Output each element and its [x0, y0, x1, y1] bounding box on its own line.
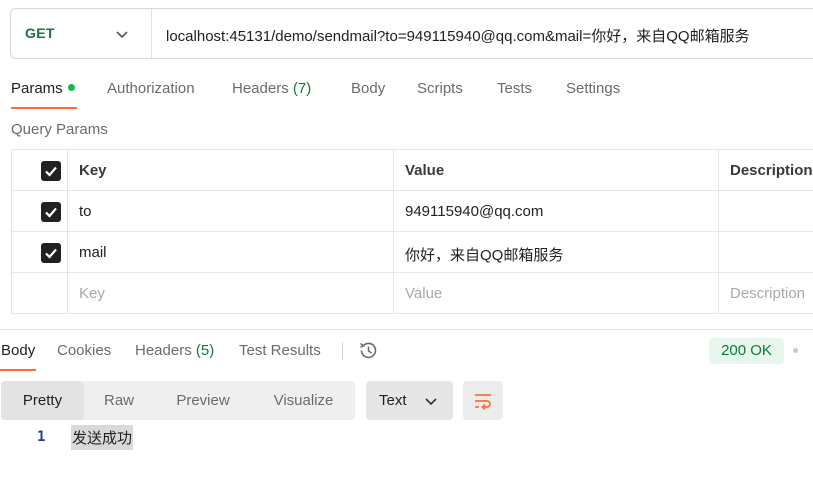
- param-key: to: [79, 203, 92, 220]
- url-input[interactable]: localhost:45131/demo/sendmail?to=9491159…: [166, 25, 750, 46]
- view-mode-pretty[interactable]: Pretty: [1, 381, 84, 420]
- new-param-row: Key Value Description: [12, 273, 813, 314]
- dot-separator: [793, 348, 798, 353]
- param-value-cell[interactable]: 你好，来自QQ邮箱服务: [394, 232, 719, 272]
- url-divider: [151, 9, 152, 58]
- param-key-cell[interactable]: mail: [68, 232, 394, 272]
- value-header: Value: [394, 150, 719, 190]
- tab-authorization[interactable]: Authorization: [107, 80, 195, 97]
- view-mode-selector: Pretty Raw Preview Visualize: [1, 381, 355, 420]
- param-key: mail: [79, 244, 107, 261]
- tab-params[interactable]: Params: [11, 80, 75, 97]
- table-header-row: Key Value Description: [12, 150, 813, 191]
- new-key-input[interactable]: Key: [68, 273, 394, 314]
- new-value-input[interactable]: Value: [394, 273, 719, 314]
- tab-body[interactable]: Body: [351, 80, 385, 97]
- query-params-table: Key Value Description to 949115940@qq.co…: [11, 149, 813, 314]
- status-badge[interactable]: 200 OK: [709, 338, 784, 364]
- check-icon: [45, 166, 57, 177]
- row-checkbox[interactable]: [41, 243, 61, 263]
- response-body-text[interactable]: 发送成功: [71, 425, 134, 450]
- view-mode-visualize[interactable]: Visualize: [252, 381, 355, 420]
- tab-headers-label: Headers: [232, 80, 289, 97]
- select-all-checkbox[interactable]: [41, 161, 61, 181]
- description-header-label: Description: [730, 162, 813, 179]
- tab-separator: [342, 342, 343, 360]
- value-header-label: Value: [405, 162, 445, 179]
- param-value: 949115940@qq.com: [405, 203, 544, 220]
- key-header: Key: [68, 150, 394, 190]
- format-label: Text: [379, 392, 407, 409]
- http-method-selector[interactable]: GET: [25, 25, 55, 41]
- row-checkbox[interactable]: [41, 202, 61, 222]
- empty-checkbox-cell: [12, 273, 68, 314]
- tab-response-headers-label: Headers: [135, 342, 192, 359]
- tab-scripts[interactable]: Scripts: [417, 80, 463, 97]
- param-description-cell[interactable]: [719, 232, 813, 272]
- param-key-cell[interactable]: to: [68, 191, 394, 231]
- value-placeholder: Value: [405, 285, 443, 302]
- tab-response-headers[interactable]: Headers (5): [135, 342, 214, 359]
- chevron-down-icon: [425, 398, 437, 406]
- check-icon: [45, 207, 57, 218]
- tab-params-label: Params: [11, 80, 63, 97]
- tab-settings[interactable]: Settings: [566, 80, 620, 97]
- key-placeholder: Key: [79, 285, 105, 302]
- wrap-lines-icon: [475, 394, 491, 411]
- response-headers-count: (5): [195, 342, 215, 359]
- line-number: 1: [37, 429, 46, 445]
- tab-headers[interactable]: Headers (7): [232, 80, 311, 97]
- description-placeholder: Description: [730, 285, 806, 302]
- table-row: mail 你好，来自QQ邮箱服务: [12, 232, 813, 273]
- wrap-lines-button[interactable]: [463, 381, 503, 420]
- tab-cookies[interactable]: Cookies: [57, 342, 111, 359]
- request-url-bar: GET localhost:45131/demo/sendmail?to=949…: [10, 8, 813, 59]
- chevron-down-icon[interactable]: [114, 26, 130, 42]
- tab-tests[interactable]: Tests: [497, 80, 532, 97]
- headers-count: (7): [292, 80, 312, 97]
- description-header: Description: [719, 150, 813, 190]
- new-description-input[interactable]: Description: [719, 273, 813, 314]
- select-all-cell: [12, 150, 68, 190]
- query-params-title: Query Params: [11, 121, 108, 138]
- params-indicator-dot: [67, 84, 75, 91]
- param-value: 你好，来自QQ邮箱服务: [405, 247, 564, 264]
- tab-response-body[interactable]: Body: [1, 342, 35, 359]
- param-description-cell[interactable]: [719, 191, 813, 231]
- row-checkbox-cell: [12, 232, 68, 272]
- pane-divider[interactable]: [0, 329, 813, 330]
- check-icon: [45, 248, 57, 259]
- view-mode-preview[interactable]: Preview: [154, 381, 252, 420]
- active-tab-underline: [11, 107, 77, 109]
- tab-test-results[interactable]: Test Results: [239, 342, 321, 359]
- table-row: to 949115940@qq.com: [12, 191, 813, 232]
- key-header-label: Key: [79, 162, 107, 179]
- row-checkbox-cell: [12, 191, 68, 231]
- format-dropdown[interactable]: Text: [366, 381, 453, 420]
- view-mode-raw[interactable]: Raw: [84, 381, 154, 420]
- history-icon[interactable]: [358, 340, 379, 361]
- param-value-cell[interactable]: 949115940@qq.com: [394, 191, 719, 231]
- response-tab-underline: [0, 369, 36, 371]
